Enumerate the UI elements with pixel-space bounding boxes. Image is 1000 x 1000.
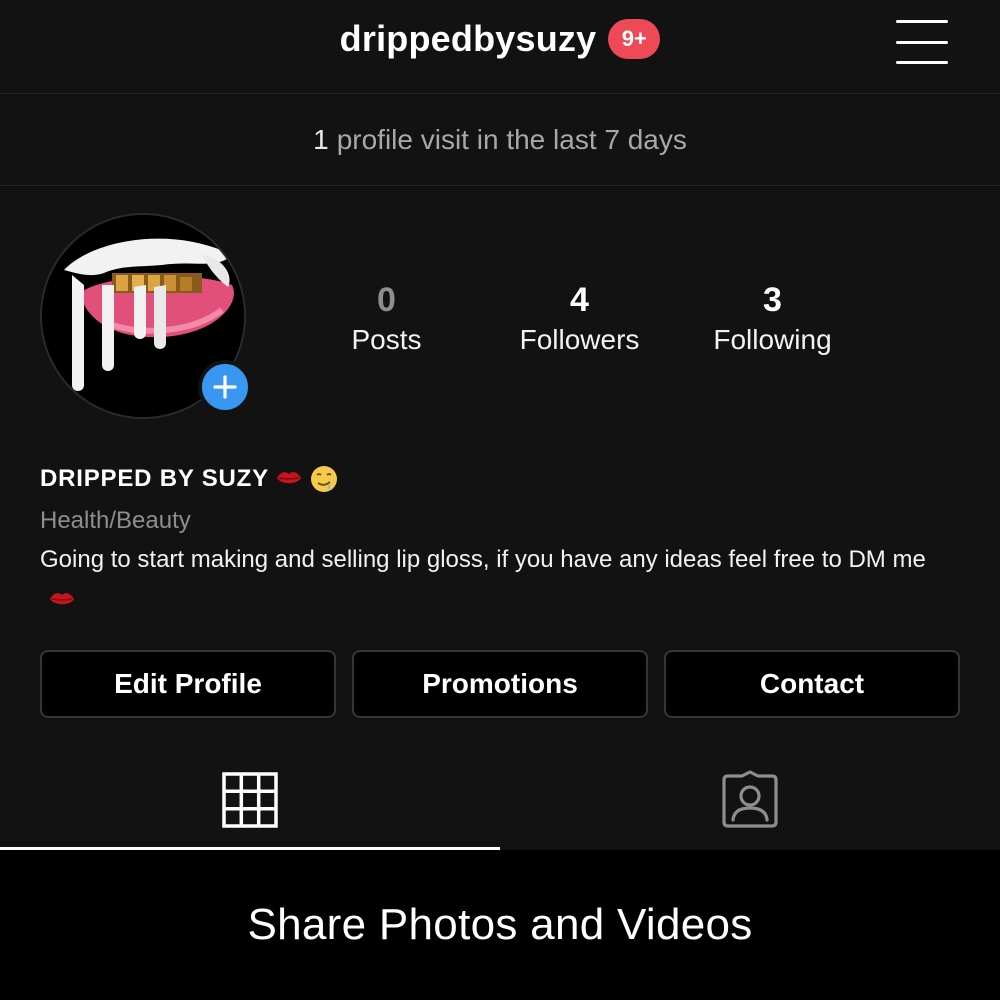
stat-posts[interactable]: 0 Posts: [290, 280, 483, 360]
menu-line: [896, 20, 948, 23]
plus-icon: [213, 375, 237, 399]
profile-visits-insight[interactable]: 1 profile visit in the last 7 days: [0, 95, 1000, 186]
promotions-button[interactable]: Promotions: [352, 650, 648, 718]
tab-grid[interactable]: [0, 750, 500, 850]
edit-profile-button[interactable]: Edit Profile: [40, 650, 336, 718]
username-switcher[interactable]: drippedbysuzy 9+: [0, 18, 1000, 60]
empty-state-title: Share Photos and Videos: [247, 900, 753, 949]
visit-count: 1: [313, 124, 329, 155]
kiss-mark-icon: [276, 472, 301, 484]
profile-screen: drippedbysuzy 9+ 1 profile visit in the …: [0, 0, 1000, 1000]
posts-count: 0: [377, 281, 396, 319]
profile-actions: Edit Profile Promotions Contact: [40, 650, 960, 718]
bio-body: Going to start making and selling lip gl…: [40, 546, 926, 573]
drooling-face-icon: [310, 466, 337, 492]
bio-text: Going to start making and selling lip gl…: [40, 540, 940, 618]
menu-line: [896, 40, 948, 44]
display-name-row: DRIPPED BY SUZY: [40, 464, 339, 494]
profile-tabs: [0, 750, 1000, 850]
notification-badge: 9+: [608, 19, 661, 59]
business-category: Health/Beauty: [40, 507, 191, 534]
stat-following[interactable]: 3 Following: [676, 280, 869, 360]
menu-line: [896, 61, 948, 64]
followers-count: 4: [570, 281, 589, 319]
tagged-photos-icon: [722, 770, 778, 828]
profile-stats: 0 Posts 4 Followers 3 Following: [290, 280, 900, 360]
add-story-button[interactable]: [198, 360, 252, 414]
empty-state: Share Photos and Videos: [0, 850, 1000, 1000]
contact-button[interactable]: Contact: [664, 650, 960, 718]
top-bar: drippedbysuzy 9+: [0, 0, 1000, 94]
display-name: DRIPPED BY SUZY: [40, 465, 269, 492]
stat-followers[interactable]: 4 Followers: [483, 280, 676, 360]
grid-icon: [222, 772, 278, 828]
kiss-mark-icon: [50, 592, 74, 604]
following-count: 3: [763, 281, 782, 319]
profile-username[interactable]: drippedbysuzy: [340, 18, 597, 60]
followers-label: Followers: [519, 324, 640, 355]
hamburger-menu-icon[interactable]: [896, 20, 948, 64]
tab-tagged[interactable]: [500, 750, 1000, 850]
posts-label: Posts: [351, 324, 422, 355]
following-label: Following: [713, 324, 832, 355]
visit-text: profile visit in the last 7 days: [336, 124, 687, 155]
